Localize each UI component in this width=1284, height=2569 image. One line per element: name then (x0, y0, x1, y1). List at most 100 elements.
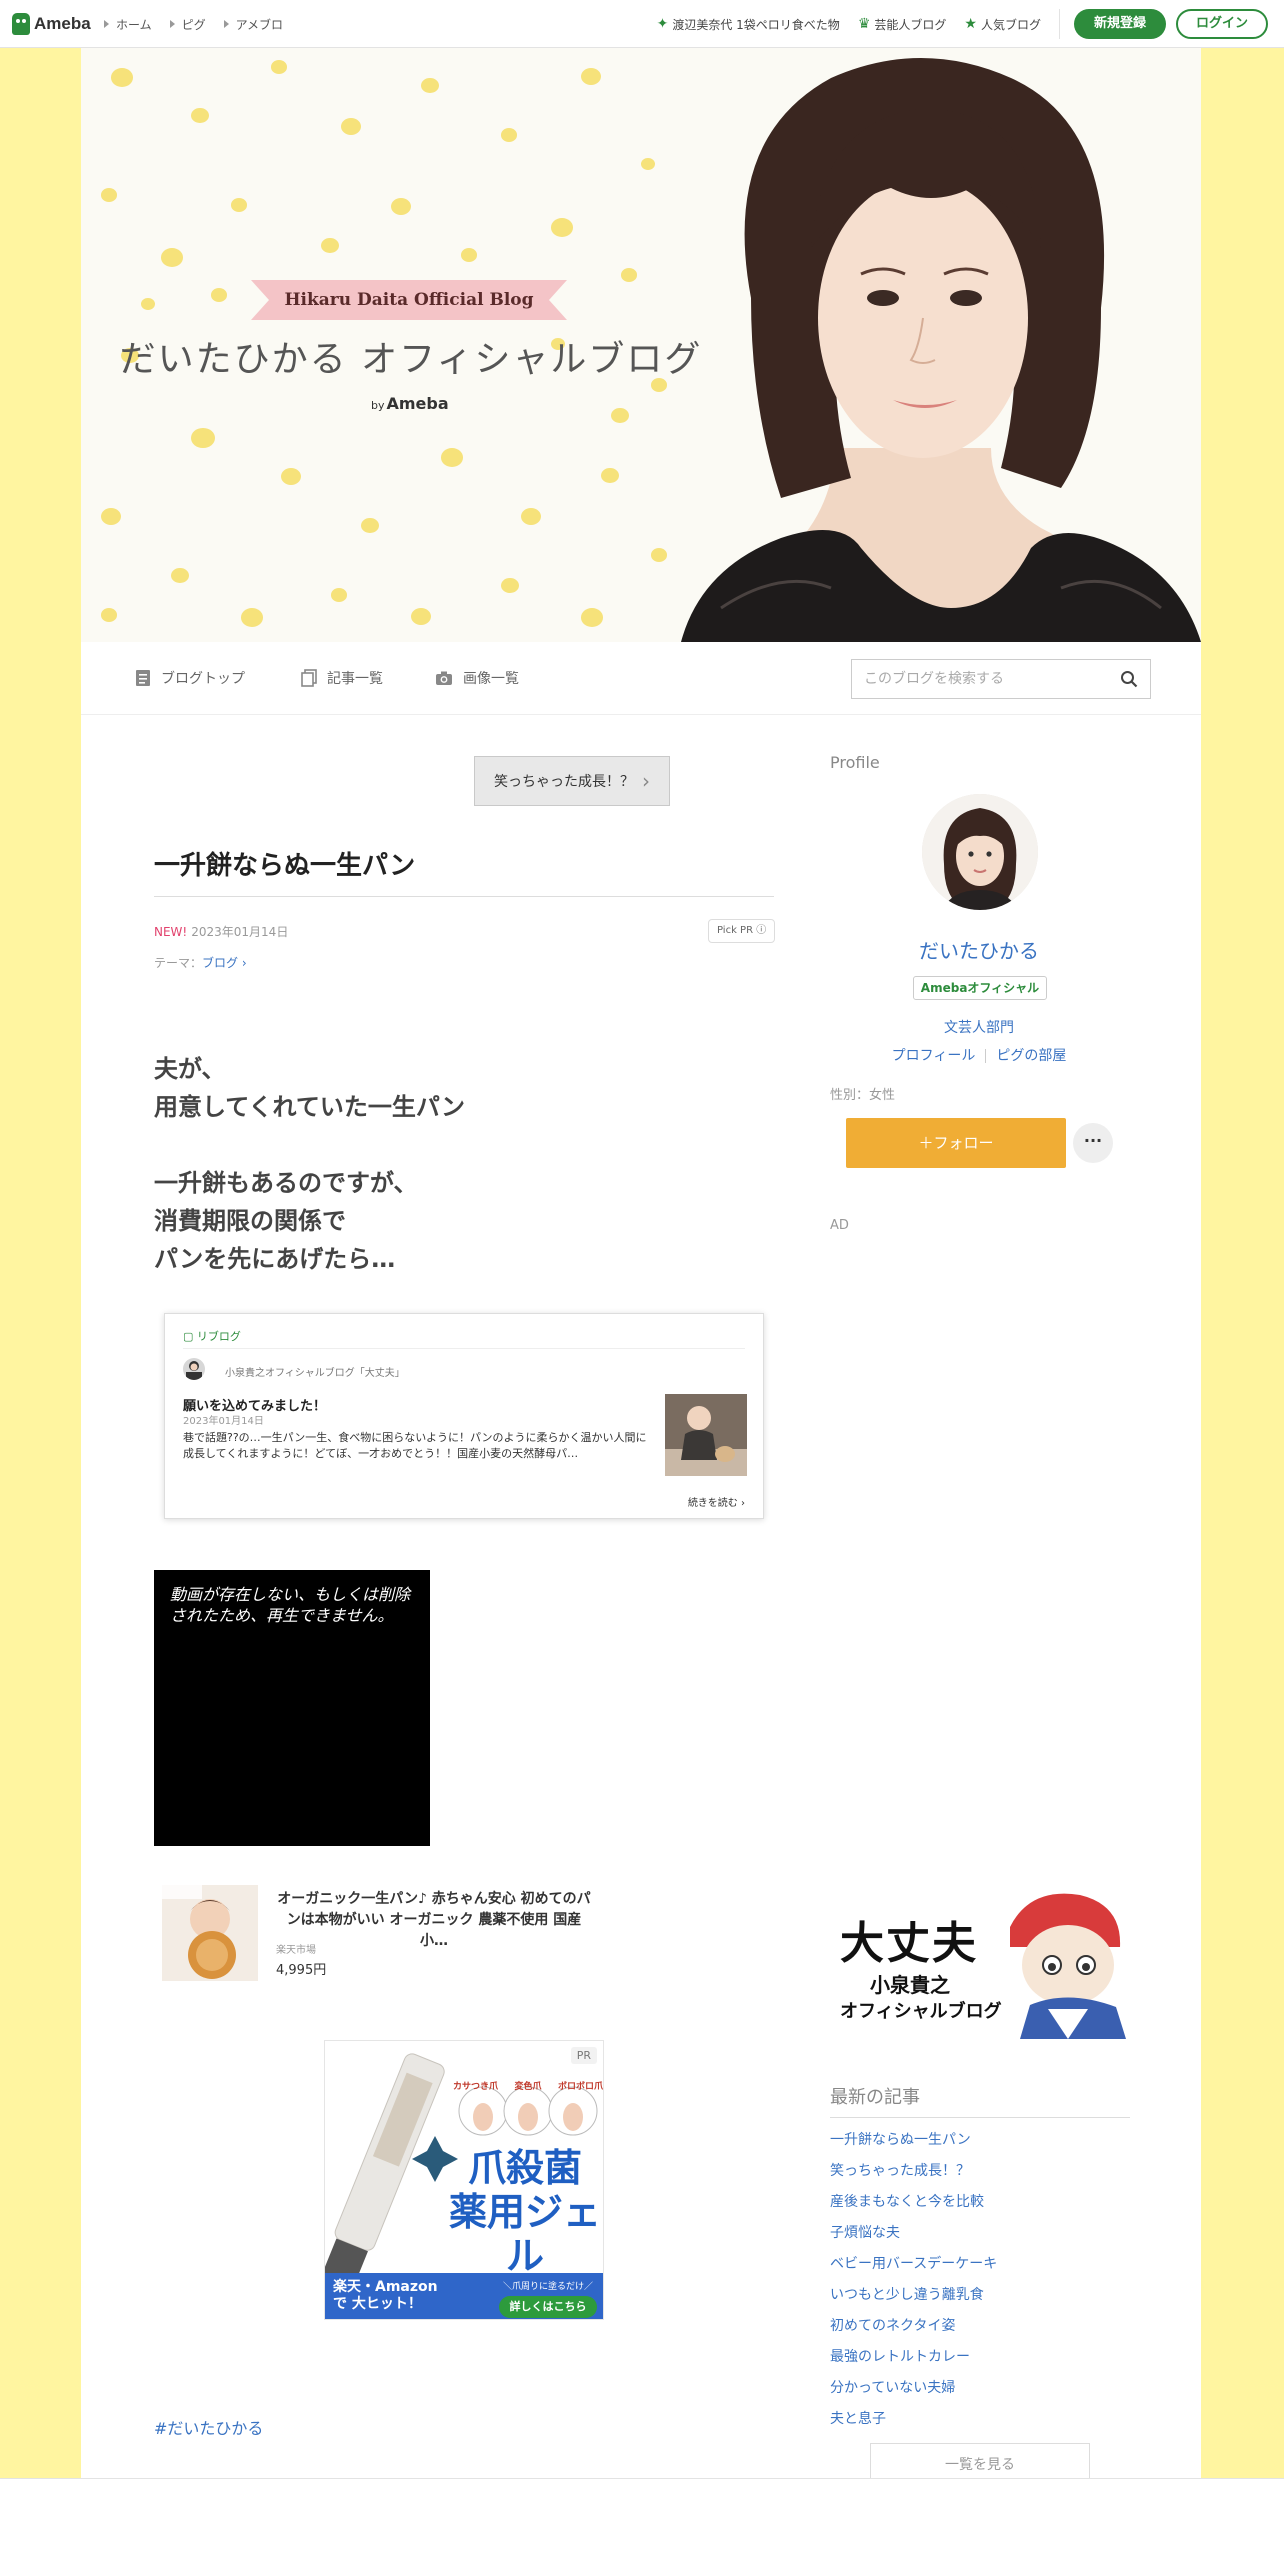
global-header: Ameba ホーム ピグ アメブロ ✦ 渡辺美奈代 1袋ペロリ食べた物 ♛ 芸能人ブ… (0, 0, 1284, 48)
polka-dot (231, 198, 247, 212)
polka-dot (581, 608, 603, 627)
recent-entry-link[interactable]: 初めてのネクタイ姿 (830, 2311, 997, 2342)
blog-top-link[interactable]: ブログトップ (135, 668, 245, 688)
profile-gender: 性別：女性 (830, 1088, 896, 1103)
ad-footer-text: 楽天・Amazonで 大ヒット！ (333, 2279, 438, 2312)
product-shop: 楽天市場 (276, 1945, 316, 1956)
polka-dot (101, 188, 117, 202)
reblog-card[interactable]: ▢ リブログ 小泉貴之オフィシャルブログ「大丈夫」 願いを込めてみました！ 20… (164, 1313, 764, 1519)
global-nav: ホーム ピグ アメブロ (104, 0, 301, 48)
profile-category[interactable]: 文芸人部門 (830, 1017, 1128, 1037)
nav-pigg[interactable]: ピグ (169, 16, 206, 33)
nav-home[interactable]: ホーム (104, 16, 152, 33)
theme-link[interactable]: ブログ › (202, 956, 247, 970)
polka-dot (391, 198, 411, 215)
polka-dot (421, 78, 439, 94)
star-icon: ★ (964, 16, 977, 32)
ad-cta-button[interactable]: 詳しくはこちら (499, 2296, 597, 2318)
info-icon: ⓘ (756, 925, 767, 936)
polka-dot (191, 108, 209, 124)
author-portrait-image (681, 58, 1201, 642)
polka-dot (191, 428, 215, 449)
popular-blog-link[interactable]: ★ 人気ブログ (964, 16, 1041, 33)
recent-entry-link[interactable]: 笑っちゃった成長！？ (830, 2156, 997, 2187)
pr-advertisement[interactable]: PR カサつき爪 変色爪 ボロボロ爪 爪殺菌 薬用ジェル 楽天・Amazonで … (324, 2040, 604, 2320)
recent-entry-link[interactable]: 夫と息子 (830, 2404, 997, 2435)
caret-right-icon (104, 20, 109, 28)
entry-list-link[interactable]: 記事一覧 (301, 668, 383, 688)
polka-dot (641, 158, 655, 170)
ad-headline: 爪殺菌 薬用ジェル (448, 2146, 601, 2278)
video-unavailable-player[interactable]: 動画が存在しない、もしくは削除されたため、再生できません。 (154, 1570, 430, 1846)
banner-subtitle: 小泉貴之 (870, 1973, 950, 1997)
read-more-link[interactable]: 続きを読む › (688, 1494, 745, 1509)
recent-entry-link[interactable]: ベビー用バースデーケーキ (830, 2249, 997, 2280)
recent-entry-link[interactable]: 子煩悩な夫 (830, 2218, 997, 2249)
entry-date: 2023年01月14日 (191, 925, 289, 939)
divider (985, 1049, 987, 1063)
reblog-source[interactable]: 小泉貴之オフィシャルブログ「大丈夫」 (225, 1364, 405, 1379)
image-list-link[interactable]: 画像一覧 (435, 668, 519, 688)
polka-dot (551, 218, 573, 237)
blog-search-box (851, 659, 1151, 699)
celebrity-blog-link[interactable]: ♛ 芸能人ブログ (858, 16, 947, 33)
chevron-right-icon: › (642, 769, 650, 793)
caret-right-icon (223, 20, 229, 28)
polka-dot (331, 588, 347, 602)
related-blog-banner[interactable]: 大丈夫 小泉貴之 オフィシャルブログ (830, 1887, 1130, 2039)
signup-button[interactable]: 新規登録 (1073, 9, 1166, 39)
profile-link[interactable]: プロフィール (892, 1048, 976, 1064)
recent-entry-link[interactable]: 一升餅ならぬ一生パン (830, 2125, 997, 2156)
chevron-right-icon: › (241, 956, 247, 970)
entry-title[interactable]: 一升餅ならぬ一生パン (154, 845, 774, 897)
ad-cta-small: ＼爪周りに塗るだけ／ (503, 2282, 594, 2292)
ameba-logo[interactable]: Ameba (12, 12, 91, 36)
polka-dot (411, 608, 431, 625)
reblog-header: ▢ リブログ (183, 1330, 241, 1343)
divider (183, 1348, 745, 1349)
polka-dot (281, 468, 301, 485)
recent-entries-heading: 最新の記事 (830, 2083, 1130, 2118)
profile-avatar[interactable] (922, 794, 1038, 910)
trending-link[interactable]: ✦ 渡辺美奈代 1袋ペロリ食べた物 (657, 16, 840, 33)
recent-entry-link[interactable]: 産後まもなくと今を比較 (830, 2187, 997, 2218)
copy-icon (301, 669, 317, 687)
hashtag-link[interactable]: #だいたひかる (154, 2415, 263, 2439)
polka-dot (501, 578, 519, 594)
recent-entry-link[interactable]: 最強のレトルトカレー (830, 2342, 997, 2373)
polka-dot (271, 60, 287, 74)
chevron-right-icon: › (741, 1498, 745, 1509)
profile-heading: Profile (830, 753, 880, 772)
previous-entry-button[interactable]: 笑っちゃった成長！？ › (474, 756, 670, 806)
polka-dot (601, 468, 619, 484)
profile-name[interactable]: だいたひかる (830, 935, 1128, 964)
polka-dot (611, 408, 629, 424)
pr-badge: PR (570, 2047, 597, 2064)
blog-header-banner[interactable]: Hikaru Daita Official Blog だいたひかる オフィシャル… (81, 48, 1201, 642)
search-icon[interactable] (1120, 670, 1138, 688)
product-card[interactable]: オーガニック一生パン♪ 赤ちゃん安心 初めてのパンは本物がいい オーガニック 農… (162, 1885, 592, 1985)
polka-dot (521, 508, 541, 525)
pigg-room-link[interactable]: ピグの部屋 (996, 1048, 1066, 1064)
footer-strip (0, 2478, 1284, 2569)
recent-entry-link[interactable]: いつもと少し違う離乳食 (830, 2280, 997, 2311)
product-name[interactable]: オーガニック一生パン♪ 赤ちゃん安心 初めてのパンは本物がいい オーガニック 農… (276, 1889, 592, 1952)
sparkle-icon: ✦ (656, 16, 669, 32)
follow-button[interactable]: ＋フォロー (846, 1118, 1066, 1168)
recent-entry-link[interactable]: 分かっていない夫婦 (830, 2373, 997, 2404)
blog-title: だいたひかる オフィシャルブログ (119, 339, 703, 380)
more-options-button[interactable]: ··· (1073, 1123, 1113, 1163)
entry-body: 夫が、 用意してくれていた一生パン 一升餅もあるのですが、 消費期限の関係で パ… (154, 1055, 466, 1273)
polka-dot (341, 118, 361, 135)
login-button[interactable]: ログイン (1175, 9, 1268, 39)
reblog-thumbnail-image[interactable] (665, 1394, 747, 1476)
blog-nav: ブログトップ 記事一覧 画像一覧 (81, 642, 1201, 715)
pick-pr-badge[interactable]: Pick PR ⓘ (708, 919, 776, 943)
product-price: 4,995円 (276, 1963, 327, 1978)
blog-search-input[interactable] (852, 661, 1120, 697)
polka-dot (101, 508, 121, 525)
nav-ameblo[interactable]: アメブロ (223, 16, 283, 33)
reblog-excerpt: 巷で話題??の…一生パン一生、食べ物に困らないように！パンのように柔らかく温かい… (183, 1431, 647, 1460)
product-image[interactable] (162, 1885, 258, 1981)
caret-right-icon (169, 20, 175, 28)
